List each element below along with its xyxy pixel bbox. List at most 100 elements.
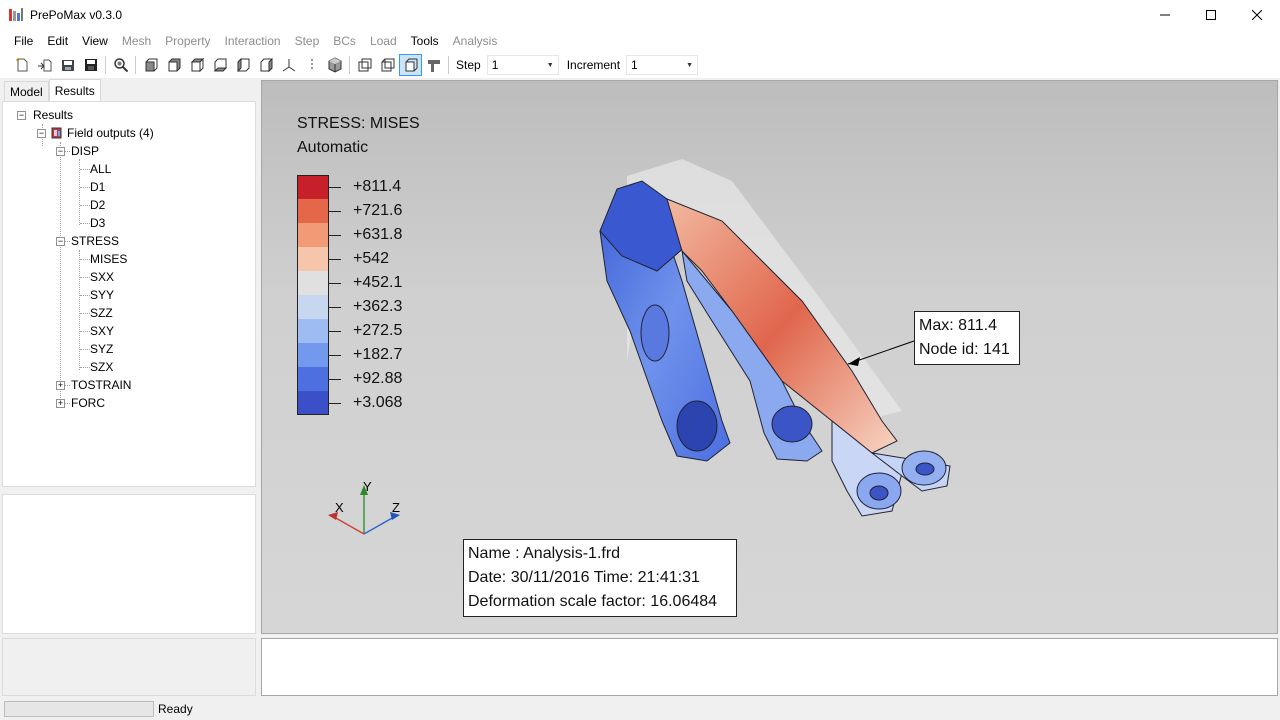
tree-item-field-outputs[interactable]: Field outputs (4) [50, 124, 154, 142]
close-icon [1252, 10, 1262, 20]
tree-item-szz[interactable]: SZZ [90, 304, 113, 322]
view-top-icon[interactable] [185, 54, 208, 76]
view-back-icon[interactable] [162, 54, 185, 76]
tab-strip: Model Results [0, 79, 258, 101]
status-text: Ready [158, 701, 193, 716]
close-button[interactable] [1234, 0, 1280, 30]
menu-bcs[interactable]: BCs [326, 30, 363, 52]
toolbar-separator [448, 56, 449, 74]
increment-select[interactable]: 1 ▼ [626, 55, 699, 75]
menu-file[interactable]: File [7, 30, 40, 52]
view-left-icon[interactable] [231, 54, 254, 76]
3d-viewport[interactable]: STRESS: MISES Automatic +811.4 +721.6 +631… [261, 80, 1278, 634]
x-axis-label: X [335, 500, 344, 515]
tree-item-sxy[interactable]: SXY [90, 322, 114, 340]
tree-line [80, 313, 90, 314]
analysis-name: Name : Analysis-1.frd [468, 545, 621, 562]
menu-edit[interactable]: Edit [40, 30, 75, 52]
import-icon[interactable] [33, 54, 56, 76]
tab-model[interactable]: Model [4, 81, 49, 101]
view-bottom-icon[interactable] [208, 54, 231, 76]
view-front-icon[interactable] [139, 54, 162, 76]
tree-item-sxx[interactable]: SXX [90, 268, 114, 286]
tree-item-syz[interactable]: SYZ [90, 340, 113, 358]
expand-tostrain-toggle[interactable]: + [56, 381, 65, 390]
menu-step[interactable]: Step [288, 30, 327, 52]
toolbar: Step 1 ▼ Increment 1 ▼ [0, 52, 1280, 78]
toolbar-separator [349, 56, 350, 74]
z-axis-label: Z [392, 500, 400, 515]
y-axis-label: Y [363, 479, 372, 494]
title-bar: PrePoMax v0.3.0 [0, 0, 1280, 30]
new-file-icon[interactable] [10, 54, 33, 76]
shaded-view-icon[interactable] [323, 54, 346, 76]
wireframe-icon[interactable] [353, 54, 376, 76]
tree-line [80, 295, 90, 296]
save-icon[interactable] [79, 54, 102, 76]
tree-item-disp[interactable]: DISP [71, 142, 99, 160]
collapse-stress-toggle[interactable]: − [56, 237, 65, 246]
tree-item-d1[interactable]: D1 [90, 178, 105, 196]
tree-item-stress[interactable]: STRESS [71, 232, 119, 250]
toolbar-separator [135, 56, 136, 74]
fea-model-render [599, 159, 951, 517]
menu-tools[interactable]: Tools [404, 30, 446, 52]
tree-line [79, 250, 80, 370]
tree-line [80, 259, 90, 260]
tree-item-forc[interactable]: FORC [71, 394, 105, 412]
tree-line [65, 151, 70, 152]
view-isometric-icon[interactable] [277, 54, 300, 76]
tree-item-all[interactable]: ALL [90, 160, 111, 178]
menu-bar: File Edit View Mesh Property Interaction… [0, 30, 1280, 52]
surface-icon[interactable] [422, 54, 445, 76]
open-icon[interactable] [56, 54, 79, 76]
menu-property[interactable]: Property [158, 30, 217, 52]
tree-item-mises[interactable]: MISES [90, 250, 127, 268]
menu-analysis[interactable]: Analysis [446, 30, 505, 52]
menu-interaction[interactable]: Interaction [218, 30, 288, 52]
axis-triad: Y X Z [328, 479, 400, 535]
analysis-date: Date: 30/11/2016 Time: 21:41:31 [468, 569, 700, 586]
tree-item-d3[interactable]: D3 [90, 214, 105, 232]
increment-select-value: 1 [631, 58, 638, 72]
tree-item-syy[interactable]: SYY [90, 286, 114, 304]
minimize-button[interactable] [1142, 0, 1188, 30]
tree-line [80, 205, 90, 206]
chevron-down-icon: ▼ [686, 61, 694, 69]
expand-forc-toggle[interactable]: + [56, 399, 65, 408]
zoom-icon[interactable] [109, 54, 132, 76]
tree-line [65, 241, 70, 242]
analysis-info-box: Name : Analysis-1.frd Date: 30/11/2016 T… [463, 539, 737, 617]
tree-line [80, 367, 90, 368]
lower-left-panel [2, 638, 256, 696]
maximize-button[interactable] [1188, 0, 1234, 30]
window-title: PrePoMax v0.3.0 [30, 8, 123, 22]
step-select[interactable]: 1 ▼ [486, 55, 559, 75]
tree-line [65, 385, 70, 386]
tree-item-szx[interactable]: SZX [90, 358, 113, 376]
menu-load[interactable]: Load [363, 30, 404, 52]
menu-view[interactable]: View [75, 30, 115, 52]
tab-results[interactable]: Results [48, 79, 101, 101]
collapse-results-toggle[interactable]: − [17, 111, 26, 120]
tree-line [80, 349, 90, 350]
vertical-dots-icon[interactable] [300, 54, 323, 76]
collapse-disp-toggle[interactable]: − [56, 147, 65, 156]
collapse-field-outputs-toggle[interactable]: − [37, 129, 46, 138]
max-node-label: Node id: 141 [919, 341, 1010, 358]
menu-mesh[interactable]: Mesh [115, 30, 158, 52]
step-label: Step [456, 58, 481, 72]
tree-line [80, 277, 90, 278]
tree-line [80, 169, 90, 170]
field-outputs-label: Field outputs (4) [67, 126, 154, 140]
surface-edges-icon[interactable] [399, 54, 422, 76]
maximize-icon [1206, 10, 1216, 20]
tree-item-results[interactable]: Results [33, 106, 73, 124]
tree-item-tostrain[interactable]: TOSTRAIN [71, 376, 131, 394]
field-outputs-icon [51, 127, 62, 139]
edges-icon[interactable] [376, 54, 399, 76]
view-right-icon[interactable] [254, 54, 277, 76]
tree-item-d2[interactable]: D2 [90, 196, 105, 214]
output-panel [261, 638, 1278, 696]
progress-bar [4, 700, 154, 717]
